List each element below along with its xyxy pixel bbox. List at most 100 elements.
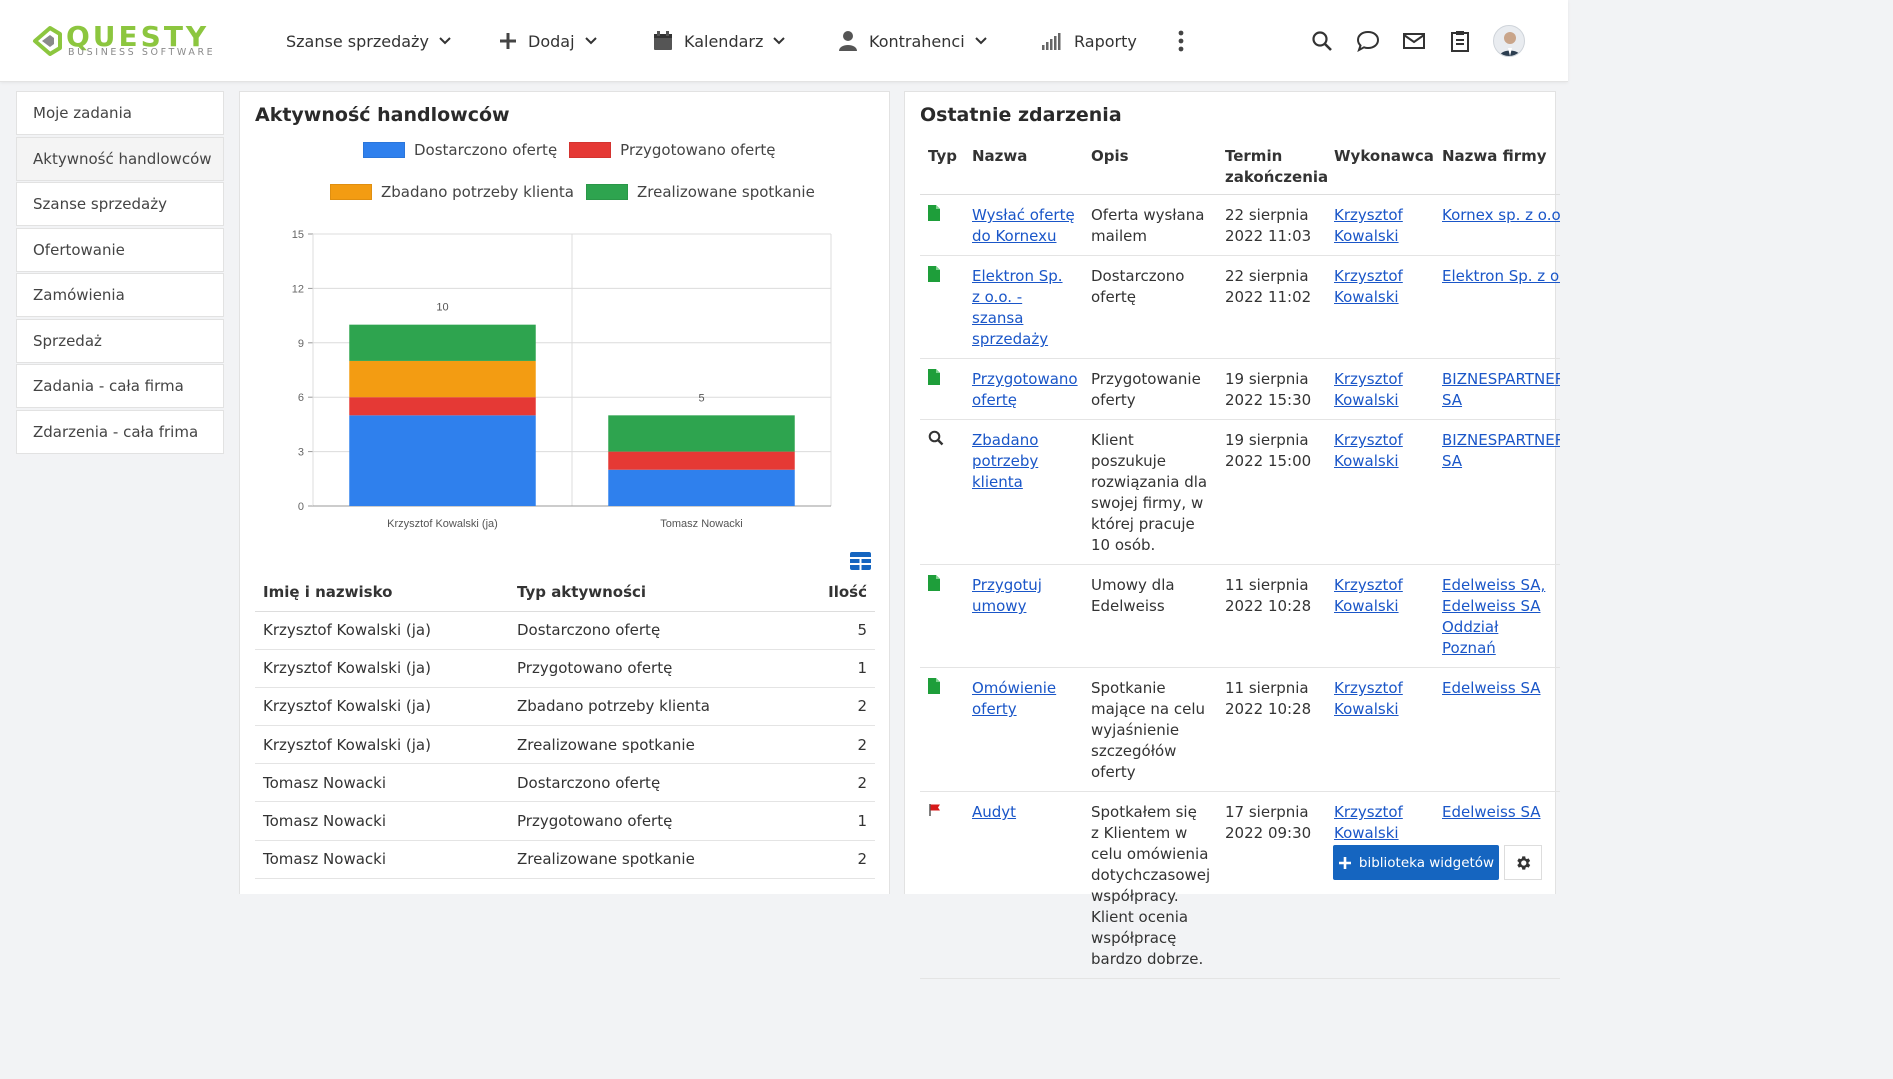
- sidebar-item-company-events[interactable]: Zdarzenia - cała frima: [16, 409, 224, 454]
- event-owner-link[interactable]: Krzysztof Kowalski: [1334, 206, 1403, 245]
- sidebar: Moje zadania Aktywność handlowców Szanse…: [16, 91, 224, 455]
- nav-label: Raporty: [1074, 31, 1137, 51]
- event-owner-link[interactable]: Krzysztof Kowalski: [1334, 370, 1403, 409]
- event-description: Przygotowanie oferty: [1083, 358, 1217, 420]
- event-name-link[interactable]: Audyt: [972, 803, 1016, 821]
- cell-name: Tomasz Nowacki: [255, 840, 509, 879]
- search-icon[interactable]: [1309, 28, 1335, 54]
- legend-label: Dostarczono ofertę: [414, 141, 558, 159]
- column-header-name[interactable]: Nazwa: [964, 137, 1083, 195]
- event-description: Oferta wysłana mailem: [1083, 194, 1217, 256]
- sidebar-item-sales-opportunities[interactable]: Szanse sprzedaży: [16, 182, 224, 226]
- nav-sales-opportunities[interactable]: Szanse sprzedaży: [286, 28, 451, 54]
- y-tick-label: 12: [292, 283, 304, 295]
- more-menu-icon[interactable]: [1168, 28, 1194, 54]
- sidebar-item-sales[interactable]: Sprzedaż: [16, 318, 224, 363]
- table-row: Wysłać ofertę do Kornexu Oferta wysłana …: [920, 194, 1560, 256]
- settings-gear-button[interactable]: [1504, 845, 1542, 880]
- column-header-description[interactable]: Opis: [1083, 137, 1217, 195]
- bar-total-label: 5: [698, 392, 704, 404]
- bar-segment: [608, 415, 795, 452]
- event-name-link[interactable]: Zbadano potrzeby klienta: [972, 431, 1038, 491]
- questy-logo[interactable]: QUESTY BUSINESS SOFTWARE: [30, 22, 230, 62]
- event-name-link[interactable]: Przygotuj umowy: [972, 576, 1042, 615]
- event-owner-link[interactable]: Krzysztof Kowalski: [1334, 803, 1403, 842]
- cell-type: Dostarczono ofertę: [509, 763, 799, 803]
- nav-calendar[interactable]: Kalendarz: [652, 28, 786, 54]
- legend-swatch: [586, 184, 629, 200]
- bar-segment: [608, 451, 795, 470]
- sidebar-item-label: Aktywność handlowców: [33, 149, 212, 168]
- y-tick-label: 6: [298, 392, 304, 404]
- event-company-link[interactable]: BIZNESPARTNER.PL SA: [1442, 431, 1560, 470]
- event-company-link[interactable]: Edelweiss SA: [1442, 679, 1541, 697]
- nav-add[interactable]: Dodaj: [498, 28, 597, 54]
- table-header-row: Typ Nazwa Opis Termin zakończenia Wykona…: [920, 137, 1560, 195]
- legend-entry[interactable]: Dostarczono ofertę: [363, 141, 557, 159]
- sidebar-item-label: Ofertowanie: [33, 240, 125, 259]
- event-owner-link[interactable]: Krzysztof Kowalski: [1334, 267, 1403, 306]
- event-name-link[interactable]: Elektron Sp. z o.o. - szansa sprzedaży: [972, 267, 1063, 348]
- chat-icon[interactable]: [1355, 28, 1381, 54]
- event-name-link[interactable]: Omówienie oferty: [972, 679, 1056, 718]
- column-header-name[interactable]: Imię i nazwisko: [255, 573, 509, 612]
- mail-icon[interactable]: [1401, 28, 1427, 54]
- table-header-row: Imię i nazwisko Typ aktywności Ilość: [255, 573, 875, 612]
- event-company-link[interactable]: BIZNESPARTNER.PL SA: [1442, 370, 1560, 409]
- event-description: Umowy dla Edelweiss: [1083, 564, 1217, 668]
- clipboard-icon[interactable]: [1447, 28, 1473, 54]
- table-row: Omówienie oferty Spotkanie mające na cel…: [920, 667, 1560, 792]
- legend-entry[interactable]: Zbadano potrzeby klienta: [330, 183, 574, 201]
- x-category-label: Tomasz Nowacki: [660, 518, 743, 530]
- legend-entry[interactable]: Zrealizowane spotkanie: [586, 183, 815, 201]
- legend-entry[interactable]: Przygotowano ofertę: [569, 141, 776, 159]
- cell-name: Tomasz Nowacki: [255, 763, 509, 803]
- nav-label: Szanse sprzedaży: [286, 31, 429, 51]
- user-icon: [837, 30, 859, 52]
- event-name-link[interactable]: Przygotowano ofertę: [972, 370, 1078, 409]
- cell-name: Krzysztof Kowalski (ja): [255, 611, 509, 650]
- event-owner-link[interactable]: Krzysztof Kowalski: [1334, 679, 1403, 718]
- avatar[interactable]: [1493, 25, 1525, 57]
- event-company-link[interactable]: Edelweiss SA, Edelweiss SA Oddział Pozna…: [1442, 576, 1545, 657]
- bar-segment: [349, 415, 536, 506]
- event-company-link[interactable]: Elektron Sp. z o.o.: [1442, 267, 1560, 285]
- sidebar-item-my-tasks[interactable]: Moje zadania: [16, 91, 224, 135]
- column-header-type[interactable]: Typ aktywności: [509, 573, 799, 612]
- nav-label: Kontrahenci: [869, 31, 965, 51]
- table-view-icon[interactable]: [849, 551, 872, 575]
- event-name-link[interactable]: Wysłać ofertę do Kornexu: [972, 206, 1075, 245]
- event-company-link[interactable]: Edelweiss SA: [1442, 803, 1541, 821]
- column-header-deadline[interactable]: Termin zakończenia: [1217, 137, 1328, 195]
- chevron-down-icon: [439, 37, 451, 45]
- document-icon: [920, 194, 964, 256]
- event-description: Spotkałem się z Klientem w celu omówieni…: [1083, 791, 1217, 979]
- sidebar-item-sales-activity[interactable]: Aktywność handlowców: [16, 136, 224, 181]
- sidebar-item-orders[interactable]: Zamówienia: [16, 273, 224, 317]
- event-owner-link[interactable]: Krzysztof Kowalski: [1334, 431, 1403, 470]
- event-owner-link[interactable]: Krzysztof Kowalski: [1334, 576, 1403, 615]
- document-icon: [920, 667, 964, 792]
- widget-library-button[interactable]: biblioteka widgetów: [1333, 845, 1499, 880]
- event-company-link[interactable]: Kornex sp. z o.o.: [1442, 206, 1560, 224]
- table-row: Zbadano potrzeby klienta Klient poszukuj…: [920, 419, 1560, 565]
- table-row: Krzysztof Kowalski (ja) Zbadano potrzeby …: [255, 687, 875, 727]
- column-header-company[interactable]: Nazwa firmy: [1434, 137, 1560, 195]
- table-row: Przygotowano ofertę Przygotowanie oferty…: [920, 358, 1560, 420]
- sidebar-item-company-tasks[interactable]: Zadania - cała firma: [16, 364, 224, 408]
- logo-tagline: BUSINESS SOFTWARE: [68, 47, 216, 58]
- nav-reports[interactable]: Raporty: [1040, 28, 1137, 54]
- table-row: Audyt Spotkałem się z Klientem w celu om…: [920, 791, 1560, 979]
- legend-swatch: [363, 142, 405, 158]
- chevron-down-icon: [773, 37, 786, 45]
- activity-bar-chart: 0 3 6 9 12 15 10 Krzysztof Kowalski (ja) 5 Tomasz…: [292, 229, 832, 530]
- column-header-owner[interactable]: Wykonawca: [1326, 137, 1434, 195]
- column-header-type[interactable]: Typ: [920, 137, 964, 195]
- column-header-count[interactable]: Ilość: [798, 573, 875, 612]
- sidebar-item-offers[interactable]: Ofertowanie: [16, 227, 224, 272]
- nav-contractors[interactable]: Kontrahenci: [837, 28, 987, 54]
- cell-type: Przygotowano ofertę: [509, 801, 799, 841]
- legend-swatch: [569, 142, 612, 158]
- document-icon: [920, 358, 964, 420]
- legend-label: Zbadano potrzeby klienta: [381, 183, 575, 201]
